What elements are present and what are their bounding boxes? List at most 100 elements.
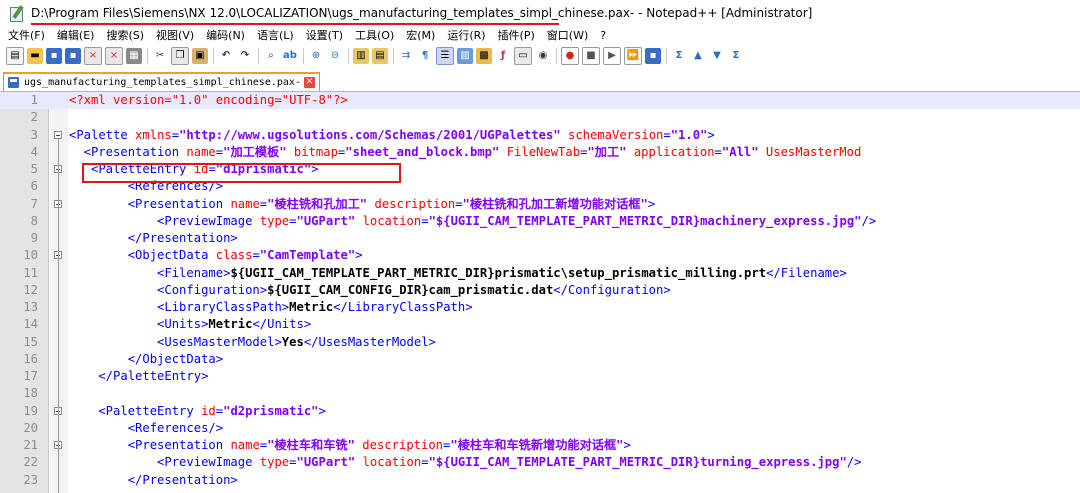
indent-guide-icon[interactable]: ☰ bbox=[436, 47, 454, 65]
code-line: 5 <PaletteEntry id="d1prismatic"> bbox=[0, 161, 1080, 178]
code-line: 4 <Presentation name="加工模板" bitmap="shee… bbox=[0, 144, 1080, 161]
udl-icon[interactable]: ▨ bbox=[457, 48, 473, 64]
paste-icon[interactable]: ▣ bbox=[192, 48, 208, 64]
file-tab-label: ugs_manufacturing_templates_simpl_chines… bbox=[24, 77, 301, 88]
folder-workspace-icon[interactable]: ▭ bbox=[514, 47, 532, 65]
editor[interactable]: 1 <?xml version="1.0" encoding="UTF-8"?> 2… bbox=[0, 92, 1080, 493]
record-macro-icon[interactable]: ● bbox=[561, 47, 579, 65]
arrow-up-icon[interactable]: ▲ bbox=[690, 48, 706, 64]
print-icon[interactable]: ▦ bbox=[126, 48, 142, 64]
code-line: 20 <References/> bbox=[0, 420, 1080, 437]
code-line: 10 <ObjectData class="CamTemplate"> bbox=[0, 247, 1080, 264]
stop-macro-icon[interactable]: ■ bbox=[582, 47, 600, 65]
sort-icon[interactable]: Σ bbox=[671, 48, 687, 64]
new-file-icon[interactable]: ▤ bbox=[6, 47, 24, 65]
close-icon[interactable]: × bbox=[84, 47, 102, 65]
zoom-in-icon[interactable]: ⊕ bbox=[308, 48, 324, 64]
menu-item[interactable]: 设置(T) bbox=[302, 27, 347, 43]
code-text: <?xml version="1.0" encoding="UTF-8"?> bbox=[69, 93, 348, 107]
menu-item[interactable]: 宏(M) bbox=[402, 27, 439, 43]
code-line: 7 <Presentation name="棱柱铣和孔加工" descripti… bbox=[0, 196, 1080, 213]
line-number: 16 bbox=[23, 351, 38, 366]
line-number: 11 bbox=[23, 265, 38, 280]
toolbar: ▤ ▬ ▪ ▪ × × ▦ ✂ ❐ ▣ ↶ ↷ ⌕ ab ⊕ ⊖ ▥ ▤ ⇉ ¶… bbox=[0, 44, 1080, 68]
line-number: 10 bbox=[23, 248, 38, 263]
menu-item[interactable]: 文件(F) bbox=[4, 27, 49, 43]
line-number: 4 bbox=[30, 144, 38, 159]
code-text: <ObjectData class="CamTemplate"> bbox=[69, 248, 363, 263]
monitoring-icon[interactable]: ◉ bbox=[535, 48, 551, 64]
file-tab[interactable]: ugs_manufacturing_templates_simpl_chines… bbox=[3, 72, 320, 91]
toolbar-separator bbox=[666, 48, 667, 64]
line-number: 21 bbox=[23, 438, 38, 452]
code-text: <References/> bbox=[69, 179, 224, 194]
menu-item[interactable]: 窗口(W) bbox=[543, 27, 592, 43]
undo-icon[interactable]: ↶ bbox=[218, 48, 234, 64]
menu-item[interactable]: 语言(L) bbox=[253, 27, 298, 43]
menu-item[interactable]: 视图(V) bbox=[152, 27, 198, 43]
redo-icon[interactable]: ↷ bbox=[237, 48, 253, 64]
replace-icon[interactable]: ab bbox=[282, 48, 298, 64]
open-file-icon[interactable]: ▬ bbox=[27, 48, 43, 64]
save-all-icon[interactable]: ▪ bbox=[65, 48, 81, 64]
play-macro-icon[interactable]: ▶ bbox=[603, 47, 621, 65]
tab-bar: ugs_manufacturing_templates_simpl_chines… bbox=[0, 70, 1080, 92]
run-macro-multiple-icon[interactable]: ⏩ bbox=[624, 47, 642, 65]
line-number: 3 bbox=[30, 127, 38, 142]
document-map-icon[interactable]: ▩ bbox=[476, 48, 492, 64]
line-number: 23 bbox=[23, 472, 38, 487]
toolbar-separator bbox=[556, 48, 557, 64]
sync-vertical-icon[interactable]: ▥ bbox=[353, 48, 369, 64]
find-icon[interactable]: ⌕ bbox=[263, 48, 279, 64]
arrow-down-icon[interactable]: ▼ bbox=[709, 48, 725, 64]
menu-item[interactable]: ? bbox=[596, 29, 610, 42]
code-line: 1 <?xml version="1.0" encoding="UTF-8"?> bbox=[0, 92, 1080, 110]
close-all-icon[interactable]: × bbox=[105, 47, 123, 65]
function-list-icon[interactable]: ƒ bbox=[495, 48, 511, 64]
toolbar-separator bbox=[258, 48, 259, 64]
line-number: 18 bbox=[23, 386, 38, 401]
code-text: </PaletteEntry> bbox=[69, 369, 209, 383]
sort-desc-icon[interactable]: Σ bbox=[728, 48, 744, 64]
line-number: 14 bbox=[23, 317, 38, 332]
save-icon[interactable]: ▪ bbox=[46, 48, 62, 64]
menu-item[interactable]: 工具(O) bbox=[351, 27, 398, 43]
fold-guide bbox=[58, 138, 59, 493]
word-wrap-icon[interactable]: ⇉ bbox=[398, 48, 414, 64]
menu-item[interactable]: 编辑(E) bbox=[53, 27, 99, 43]
toolbar-separator bbox=[147, 48, 148, 64]
code-text: <Palette xmlns="http://www.ugsolutions.c… bbox=[69, 127, 715, 142]
code-text: <PaletteEntry id="d1prismatic"> bbox=[69, 162, 319, 176]
toolbar-separator bbox=[303, 48, 304, 64]
line-number: 1 bbox=[30, 93, 38, 107]
line-number: 15 bbox=[23, 334, 38, 349]
line-number: 9 bbox=[30, 231, 38, 245]
code-text: </Presentation> bbox=[69, 231, 238, 245]
copy-icon[interactable]: ❐ bbox=[171, 47, 189, 65]
code-line: 3 <Palette xmlns="http://www.ugsolutions.… bbox=[0, 127, 1080, 144]
save-macro-icon[interactable]: ▪ bbox=[645, 48, 661, 64]
menu-bar: 文件(F) 编辑(E) 搜索(S) 视图(V) 编码(N) 语言(L) 设置(T) 工具(O)… bbox=[0, 26, 1080, 44]
code-line: 12 <Configuration>${UGII_CAM_CONFIG_DIR}… bbox=[0, 282, 1080, 299]
code-text: <LibraryClassPath>Metric</LibraryClassPa… bbox=[69, 300, 473, 314]
sync-horizontal-icon[interactable]: ▤ bbox=[372, 48, 388, 64]
menu-item[interactable]: 运行(R) bbox=[443, 27, 489, 43]
cut-icon[interactable]: ✂ bbox=[152, 48, 168, 64]
line-number: 8 bbox=[30, 213, 38, 228]
zoom-out-icon[interactable]: ⊖ bbox=[327, 48, 343, 64]
code-line: 23 </Presentation> bbox=[0, 472, 1080, 489]
code-text: <Units>Metric</Units> bbox=[69, 317, 312, 332]
code-line: 14 <Units>Metric</Units> bbox=[0, 316, 1080, 333]
code-text: </ObjectData> bbox=[69, 351, 224, 366]
code-line: 16 </ObjectData> bbox=[0, 351, 1080, 368]
fold-toggle-icon[interactable] bbox=[54, 130, 62, 139]
menu-item[interactable]: 插件(P) bbox=[494, 27, 539, 43]
show-all-chars-icon[interactable]: ¶ bbox=[417, 48, 433, 64]
window-title: D:\Program Files\Siemens\NX 12.0\LOCALIZ… bbox=[31, 6, 812, 25]
code-text: <References/> bbox=[69, 420, 224, 435]
line-number: 6 bbox=[30, 179, 38, 194]
tab-close-icon[interactable]: ✕ bbox=[303, 77, 315, 88]
menu-item[interactable]: 编码(N) bbox=[202, 27, 249, 43]
menu-item[interactable]: 搜索(S) bbox=[102, 27, 148, 43]
code-text: <UsesMasterModel>Yes</UsesMasterModel> bbox=[69, 334, 436, 349]
